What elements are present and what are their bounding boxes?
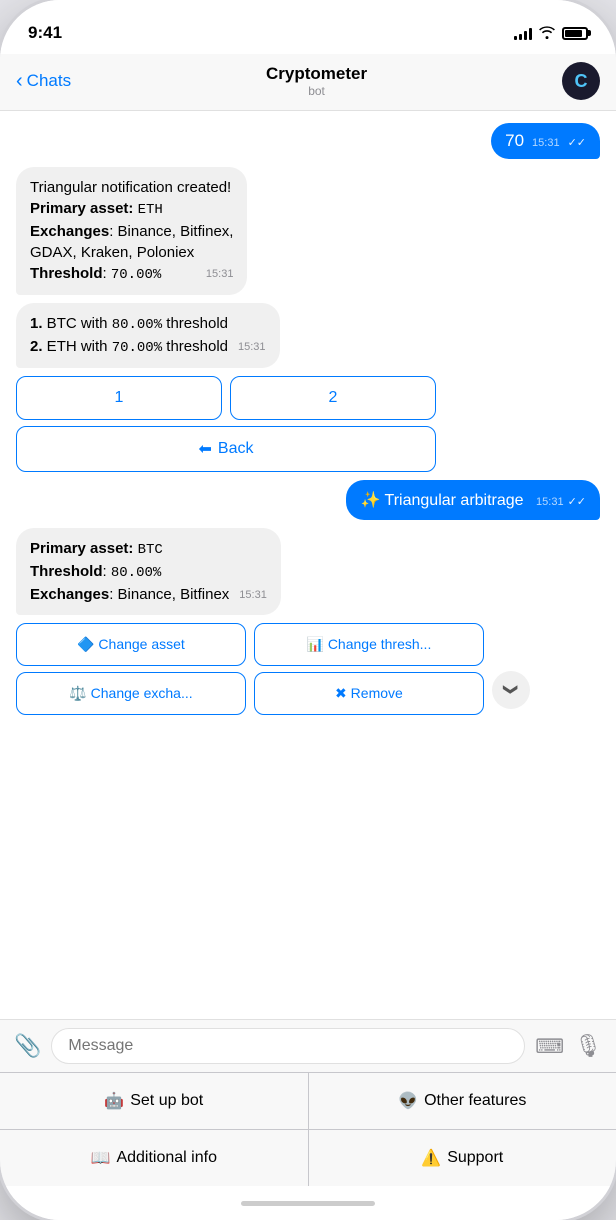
sent-text-triangular: ✨ Triangular arbitrage: [360, 492, 523, 509]
label-primary-asset: Primary asset:: [30, 200, 133, 217]
nav-title: Cryptometer: [266, 64, 367, 84]
received-time-3: 15:31: [239, 588, 267, 603]
action-buttons-grid: 🔷 Change asset 📊 Change thresh... ⚖️ Cha…: [16, 623, 484, 715]
inline-keyboard-row-1: 1 2: [16, 376, 436, 420]
action-row-1: 🔷 Change asset 📊 Change thresh...: [16, 623, 484, 666]
sent-bubble-70: 70 15:31 ✓✓: [491, 123, 600, 159]
other-features-button[interactable]: 👽 Other features: [309, 1073, 616, 1129]
list-item-1-num: 1.: [30, 315, 43, 332]
back-button[interactable]: ‹ Chats: [16, 70, 71, 93]
inline-btn-1[interactable]: 1: [16, 376, 222, 420]
status-time: 9:41: [28, 23, 62, 43]
nav-subtitle: bot: [266, 84, 367, 98]
nav-center: Cryptometer bot: [266, 64, 367, 98]
home-indicator: [0, 1186, 616, 1220]
message-input[interactable]: [51, 1028, 525, 1064]
change-asset-button[interactable]: 🔷 Change asset: [16, 623, 246, 666]
battery-fill: [565, 30, 582, 37]
received-list-bubble: 1. BTC with 80.00% threshold 2. ETH with…: [16, 303, 280, 368]
label-threshold: Threshold: [30, 265, 103, 282]
change-threshold-button[interactable]: 📊 Change thresh...: [254, 623, 484, 666]
received-time-1: 15:31: [206, 267, 234, 282]
inline-btn-back[interactable]: ⬅ Back: [16, 426, 436, 472]
bottom-keyboard-row-2: 📖 Additional info ⚠️ Support: [0, 1129, 616, 1186]
support-label: Support: [447, 1149, 503, 1167]
received-time-2: 15:31: [238, 340, 266, 355]
action-row-2: ⚖️ Change excha... ✖ Remove: [16, 672, 484, 715]
book-icon: 📖: [91, 1148, 111, 1168]
signal-bar-2: [519, 34, 522, 40]
status-bar: 9:41: [0, 0, 616, 54]
double-check-triangular: ✓✓: [568, 495, 586, 508]
nav-bar: ‹ Chats Cryptometer bot C: [0, 54, 616, 111]
remove-button[interactable]: ✖ Remove: [254, 672, 484, 715]
home-bar: [241, 1201, 375, 1206]
bot-avatar[interactable]: C: [562, 62, 600, 100]
scroll-down-button[interactable]: ❯: [492, 671, 530, 709]
chat-area: 70 15:31 ✓✓ Triangular notification crea…: [0, 111, 616, 1019]
back-label: Chats: [27, 71, 71, 91]
action-buttons-container: 🔷 Change asset 📊 Change thresh... ⚖️ Cha…: [16, 623, 530, 715]
sent-time-70: 15:31: [532, 137, 560, 149]
additional-info-label: Additional info: [116, 1149, 217, 1167]
robot-icon: 🤖: [104, 1091, 124, 1111]
support-button[interactable]: ⚠️ Support: [309, 1130, 616, 1186]
sent-bubble-triangular: ✨ Triangular arbitrage 15:31 ✓✓: [346, 480, 600, 520]
signal-bar-3: [524, 31, 527, 40]
bottom-keyboard: 🤖 Set up bot 👽 Other features 📖 Addition…: [0, 1072, 616, 1186]
inline-btn-2[interactable]: 2: [230, 376, 436, 420]
back-label-inline: Back: [218, 440, 254, 458]
wifi-icon: [538, 25, 556, 42]
battery-icon: [562, 27, 588, 40]
list-item-2-num: 2.: [30, 338, 43, 355]
double-check-70: ✓✓: [568, 136, 586, 149]
label-exchanges-2: Exchanges: [30, 586, 109, 603]
back-arrow-icon: ⬅: [199, 439, 212, 459]
additional-info-button[interactable]: 📖 Additional info: [0, 1130, 309, 1186]
signal-bars: [514, 26, 532, 40]
attach-icon[interactable]: 📎: [14, 1033, 41, 1059]
microphone-icon[interactable]: 🎙: [574, 1033, 602, 1059]
chevron-down-icon: ❯: [502, 684, 519, 696]
bottom-keyboard-row-1: 🤖 Set up bot 👽 Other features: [0, 1072, 616, 1129]
sent-time-triangular: 15:31: [536, 496, 564, 508]
signal-bar-4: [529, 28, 532, 40]
label-threshold-2: Threshold: [30, 563, 103, 580]
alien-icon: 👽: [398, 1091, 418, 1111]
label-exchanges: Exchanges: [30, 223, 109, 240]
warning-icon: ⚠️: [421, 1148, 441, 1168]
setup-bot-button[interactable]: 🤖 Set up bot: [0, 1073, 309, 1129]
received-notification-bubble: Triangular notification created! Primary…: [16, 167, 247, 295]
setup-bot-label: Set up bot: [130, 1092, 203, 1110]
signal-bar-1: [514, 36, 517, 40]
input-bar: 📎 ⌨ 🎙: [0, 1019, 616, 1072]
label-primary-asset-2: Primary asset:: [30, 540, 133, 557]
phone-frame: 9:41 ‹ Chats Cryptometer: [0, 0, 616, 1220]
change-exchange-button[interactable]: ⚖️ Change excha...: [16, 672, 246, 715]
sent-text-70: 70: [505, 131, 524, 151]
notch: [228, 0, 388, 30]
inline-keyboard-1: 1 2 ⬅ Back: [16, 376, 436, 472]
other-features-label: Other features: [424, 1092, 526, 1110]
back-chevron-icon: ‹: [16, 70, 23, 93]
status-icons: [514, 25, 588, 42]
keyboard-icon[interactable]: ⌨: [535, 1034, 564, 1059]
received-asset-bubble: Primary asset: BTC Threshold: 80.00% Exc…: [16, 528, 281, 614]
